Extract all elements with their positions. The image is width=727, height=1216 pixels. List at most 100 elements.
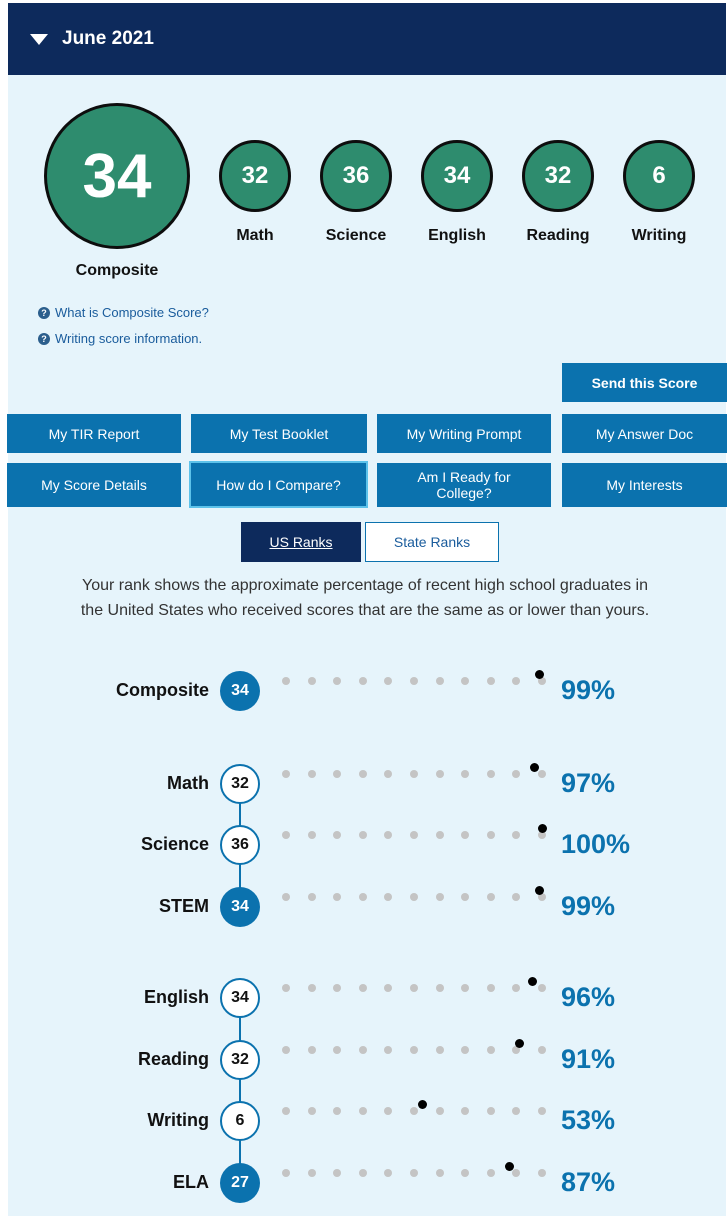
percentile-dot <box>410 893 418 901</box>
percentile-dot <box>461 893 470 901</box>
percentile-dot <box>358 1107 367 1115</box>
percentile-dots-reading <box>282 1039 548 1060</box>
writing-prompt-button[interactable]: My Writing Prompt <box>377 414 551 453</box>
percentile-dot <box>410 770 418 778</box>
rank-label-stem: STEM <box>158 896 209 916</box>
percentile-dot <box>486 984 495 992</box>
percentile-dot <box>461 677 470 685</box>
percentile-dot <box>461 1046 470 1054</box>
rank-label-english: English <box>143 987 209 1007</box>
percentile-dot <box>333 984 342 992</box>
percentile-dot <box>307 831 316 839</box>
percentile-dot <box>282 1169 290 1177</box>
percentile-dot <box>486 831 495 839</box>
percentile-dots-ela <box>282 1162 548 1183</box>
percentile-dot <box>410 831 418 839</box>
tab-us-ranks[interactable]: US Ranks <box>241 522 361 562</box>
percentile-dot <box>333 1107 342 1115</box>
percentile-dot <box>333 770 342 778</box>
percentile-dot <box>333 1046 342 1054</box>
percentile-dot <box>282 1107 290 1115</box>
test-booklet-button[interactable]: My Test Booklet <box>191 414 367 453</box>
percentile-dot <box>486 1169 495 1177</box>
percentile-dot <box>282 984 290 992</box>
answer-doc-button[interactable]: My Answer Doc <box>562 414 727 453</box>
percentile-dot <box>282 770 290 778</box>
rank-score-reading: 32 <box>220 1040 260 1080</box>
percentile-dot <box>435 831 444 839</box>
send-score-button[interactable]: Send this Score <box>562 363 727 402</box>
percentile-dot <box>282 893 290 901</box>
test-date-title: June 2021 <box>62 28 154 49</box>
ready-for-college-button[interactable]: Am I Ready for College? <box>377 463 551 507</box>
percentile-dot <box>307 1169 316 1177</box>
math-score-circle: 32 <box>219 140 291 212</box>
percentile-dot <box>435 984 444 992</box>
composite-score-circle: 34 <box>44 103 190 249</box>
how-do-i-compare-button[interactable]: How do I Compare? <box>189 461 368 508</box>
percentile-dot <box>435 893 444 901</box>
percentile-dot <box>384 1107 393 1115</box>
reading-label: Reading <box>526 227 590 244</box>
percentile-dot <box>435 1169 444 1177</box>
rank-score-stem: 34 <box>220 887 260 927</box>
percentile-dot <box>384 677 393 685</box>
rank-label-math: Math <box>167 773 209 793</box>
percentile-dot <box>358 831 367 839</box>
percentile-dot <box>461 1169 470 1177</box>
percentile-dot <box>282 677 290 685</box>
percentile-dot <box>358 893 367 901</box>
percentile-marker-english <box>527 977 537 986</box>
percentile-dot <box>538 1046 546 1054</box>
science-score-circle: 36 <box>320 140 392 212</box>
percentile-dot <box>333 893 342 901</box>
rank-label-ela: ELA <box>173 1172 209 1192</box>
percentile-dot <box>538 770 546 778</box>
my-interests-button[interactable]: My Interests <box>562 463 727 507</box>
percentile-dot <box>333 831 342 839</box>
percentile-dot <box>384 1046 393 1054</box>
percentile-dot <box>486 893 495 901</box>
tir-report-button[interactable]: My TIR Report <box>7 414 181 453</box>
triangle-down-icon <box>30 33 48 45</box>
percentile-dot <box>410 984 418 992</box>
rank-label-reading: Reading <box>137 1049 209 1069</box>
percentile-dot <box>512 1169 521 1177</box>
reading-score-circle: 32 <box>522 140 594 212</box>
percentile-dots-writing <box>282 1100 548 1121</box>
writing-score-circle: 6 <box>623 140 695 212</box>
percentile-dot <box>512 677 521 685</box>
percentile-dot <box>461 1107 470 1115</box>
percentile-dot <box>538 1169 546 1177</box>
rank-percent-stem: 99% <box>561 891 616 921</box>
rank-description: Your rank shows the approximate percenta… <box>80 577 650 619</box>
composite-info-link[interactable]: ? What is Composite Score? <box>38 305 209 320</box>
test-date-header[interactable]: June 2021 <box>8 3 726 75</box>
score-details-button[interactable]: My Score Details <box>7 463 181 507</box>
percentile-dot <box>461 770 470 778</box>
rank-label-science: Science <box>140 834 209 854</box>
percentile-dot <box>384 893 393 901</box>
rank-label-writing: Writing <box>147 1110 209 1130</box>
percentile-dot <box>384 831 393 839</box>
tab-state-ranks[interactable]: State Ranks <box>365 522 499 562</box>
percentile-dot <box>307 984 316 992</box>
score-report-page: June 2021 34 Composite 32 Math 36 Scienc… <box>0 0 727 1216</box>
percentile-dots-stem <box>282 886 548 907</box>
percentile-dot <box>486 1046 495 1054</box>
question-circle-icon: ? <box>38 306 50 319</box>
rank-percent-ela: 87% <box>561 1167 616 1197</box>
rank-percent-math: 97% <box>561 768 616 798</box>
math-label: Math <box>236 227 274 244</box>
rank-score-ela: 27 <box>220 1163 260 1203</box>
percentile-dot <box>512 831 521 839</box>
percentile-dot <box>435 1107 444 1115</box>
rank-score-composite: 34 <box>220 671 260 711</box>
percentile-dot <box>538 1107 546 1115</box>
writing-info-link[interactable]: ? Writing score information. <box>38 331 202 346</box>
writing-info-text: Writing score information. <box>55 331 203 346</box>
percentile-dot <box>333 1169 342 1177</box>
percentile-dot <box>307 1046 316 1054</box>
percentile-dot <box>384 1169 393 1177</box>
english-label: English <box>428 227 486 244</box>
